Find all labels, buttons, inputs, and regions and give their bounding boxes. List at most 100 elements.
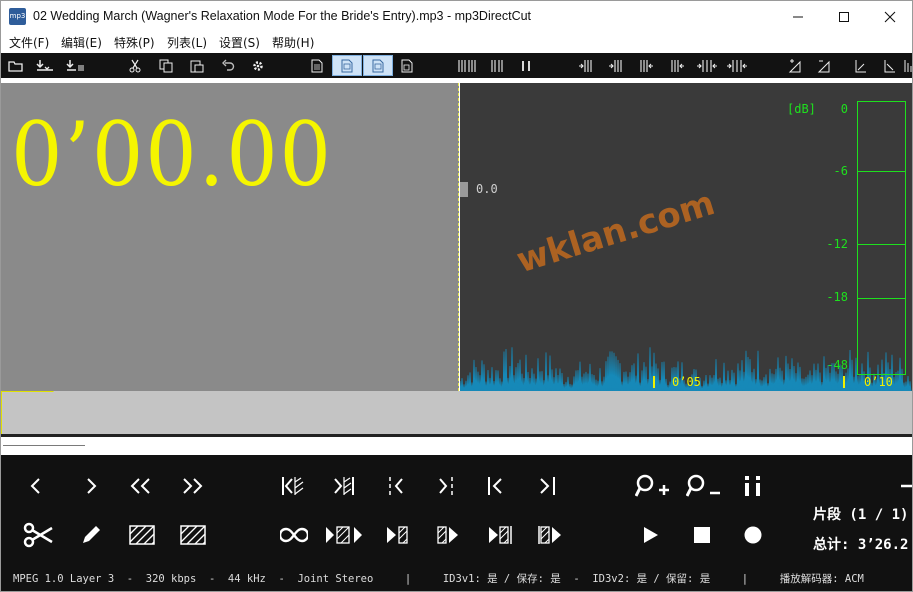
split-button[interactable] [456,55,478,76]
scissors-icon [23,522,53,548]
menu-special[interactable]: 特殊(P) [114,34,155,51]
record-button[interactable] [736,520,770,550]
play-from-marker-button[interactable] [432,520,466,550]
close-button[interactable] [867,1,912,33]
timer-panel: 0’00.00 [1,83,459,391]
set-both-button[interactable] [695,55,719,76]
status-bar: MPEG 1.0 Layer 3 - 320 kbps - 44 kHz - J… [13,573,864,585]
play-region-button[interactable] [483,520,517,550]
watermark-text: wklan.com [512,183,720,282]
settings-button[interactable] [249,55,267,76]
pause-button[interactable] [517,55,535,76]
fast-forward-button[interactable] [175,471,209,501]
zoom-in-button[interactable] [635,471,669,501]
fade-out-icon [884,59,895,72]
tick-mark-10s [843,376,845,388]
scissors-button[interactable] [21,520,55,550]
meter-grid-line [858,244,905,245]
normalize-icon [904,59,912,72]
set-end-icon [640,59,653,72]
set-begin-2-icon [609,59,622,72]
prev-button[interactable] [19,471,53,501]
goto-next-cue-button[interactable] [429,471,463,501]
pencil-button[interactable] [74,520,108,550]
loop-button[interactable] [277,520,311,550]
document-button[interactable] [308,55,326,76]
hatched-block-2-icon [180,525,206,545]
play-region-2-button[interactable] [533,520,567,550]
goto-next-cue-icon [439,477,453,495]
goto-begin-marker-button[interactable] [276,471,310,501]
maximize-button[interactable] [821,1,867,33]
menu-list[interactable]: 列表(L) [167,34,207,51]
hatched-block-2-button[interactable] [176,520,210,550]
position-marker[interactable] [460,182,468,197]
goto-prev-cue-icon [389,477,403,495]
copy-button[interactable] [157,55,175,76]
menu-settings[interactable]: 设置(S) [219,34,260,51]
minus-button[interactable] [896,471,912,501]
volume-down-button[interactable] [815,55,833,76]
fast-forward-icon [183,478,203,494]
rewind-button[interactable] [124,471,158,501]
minimize-icon [793,16,803,18]
save-button[interactable] [34,55,56,76]
split-2-button[interactable] [488,55,506,76]
doc-info-button[interactable] [398,55,416,76]
play-cursor[interactable] [458,83,459,391]
set-begin-button[interactable] [576,55,594,76]
title-bar: mp3 02 Wedding March (Wagner's Relaxatio… [1,1,912,33]
undo-button[interactable] [219,55,237,76]
save-list-button[interactable] [64,55,88,76]
horizontal-scrollbar[interactable] [1,437,912,453]
goto-prev-cue-button[interactable] [380,471,414,501]
zoom-out-button[interactable] [686,471,720,501]
set-begin-2-button[interactable] [606,55,624,76]
fade-in-icon [855,59,866,72]
menu-file[interactable]: 文件(F) [9,34,49,51]
menu-edit[interactable]: 编辑(E) [61,34,102,51]
meter-label-0: 0 [840,102,848,116]
overview-selection[interactable] [1,391,54,435]
cut-button[interactable] [126,55,144,76]
hatched-block-button[interactable] [125,520,159,550]
volume-down-icon [817,60,830,72]
play-selection-button[interactable] [323,520,367,550]
set-both-icon [697,59,717,72]
set-begin-icon [579,59,592,72]
goto-start-button[interactable] [479,471,513,501]
doc-selected-button[interactable] [332,55,362,76]
goto-end-marker-button[interactable] [327,471,361,501]
play-button[interactable] [634,520,668,550]
play-to-marker-button[interactable] [381,520,415,550]
minimize-button[interactable] [775,1,821,33]
meter-label-12: -12 [826,237,848,251]
set-both-2-icon [727,59,747,72]
scrollbar-thumb[interactable] [3,445,85,446]
menu-help[interactable]: 帮助(H) [272,34,314,51]
info-button[interactable] [736,471,770,501]
set-both-2-button[interactable] [725,55,749,76]
document-icon [311,59,323,72]
loop-icon [280,527,308,543]
play-icon [644,527,658,543]
doc-selected-2-button[interactable] [363,55,393,76]
stop-button[interactable] [685,520,719,550]
zoom-in-icon [635,474,669,497]
minus-icon [901,484,912,488]
fade-out-button[interactable] [881,55,899,76]
normalize-button[interactable] [903,55,912,76]
overview-strip[interactable] [1,391,912,435]
paste-button[interactable] [188,55,206,76]
paste-icon [190,60,204,72]
next-button[interactable] [74,471,108,501]
menu-bar: 文件(F) 编辑(E) 特殊(P) 列表(L) 设置(S) 帮助(H) [1,33,912,52]
record-icon [744,526,762,544]
zoom-out-icon [686,474,720,497]
set-end-button[interactable] [638,55,656,76]
volume-up-button[interactable] [786,55,804,76]
set-end-2-button[interactable] [669,55,687,76]
open-button[interactable] [5,55,27,76]
fade-in-button[interactable] [852,55,870,76]
goto-end-button[interactable] [530,471,564,501]
